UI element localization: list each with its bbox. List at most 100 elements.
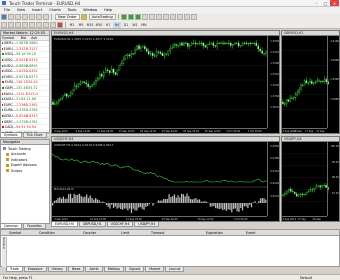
chart-tab-gbpusd[interactable]: GBPUSD,H1 <box>78 222 106 227</box>
text-icon[interactable] <box>50 22 56 28</box>
templates-icon[interactable] <box>190 14 197 20</box>
tab-news[interactable]: News <box>67 267 85 272</box>
column-timeout[interactable]: Timeout <box>151 231 164 235</box>
maximize-button[interactable]: □ <box>321 0 330 6</box>
candle-body <box>245 42 248 44</box>
timeframe-h4[interactable]: H4 <box>113 22 121 28</box>
tab-trade[interactable]: Trade <box>6 267 23 272</box>
tab-market[interactable]: Market <box>145 267 165 272</box>
tab-tick-chart[interactable]: Tick Chart <box>22 133 47 138</box>
cursor-icon[interactable] <box>1 22 7 28</box>
candle-body <box>259 48 261 52</box>
timeframe-m5[interactable]: M5 <box>77 22 85 28</box>
line-chart-icon[interactable] <box>134 14 141 20</box>
menu-insert[interactable]: Insert <box>32 8 42 12</box>
chart-window-eurusd-h4[interactable]: EURUSD,H4 EURUSD,H4 1.3097 1.3131 1.3077… <box>51 30 280 134</box>
candle-body <box>319 185 321 188</box>
column-condition[interactable]: Condition <box>39 231 55 235</box>
column-event[interactable]: Event <box>246 231 255 235</box>
candle-body <box>75 85 78 87</box>
chart-tab-usdjpy[interactable]: USDJPY,H4 <box>134 222 160 227</box>
autotrading-button[interactable]: AutoTrading <box>88 14 116 20</box>
new-order-button[interactable]: New Order <box>55 14 80 20</box>
menu-help[interactable]: Help <box>104 8 112 12</box>
vertical-line-icon[interactable] <box>15 22 21 28</box>
column-ask[interactable]: Ask <box>26 36 37 40</box>
trendline-icon[interactable] <box>29 22 35 28</box>
terminal-icon[interactable] <box>36 14 42 20</box>
timeframe-d1[interactable]: D1 <box>122 22 130 28</box>
autoscroll-icon[interactable] <box>162 14 169 20</box>
timeframe-m15[interactable]: M15 <box>86 22 94 28</box>
symbol-cell: EURJ... <box>1 80 16 84</box>
menu-file[interactable]: File <box>4 8 10 12</box>
chart-tab-eurusd[interactable]: EURUSD,H4 <box>51 222 78 227</box>
time-tick-label: 7 Oct 04:00 <box>233 218 248 221</box>
tile-windows-icon[interactable] <box>155 14 162 20</box>
timeframe-m30[interactable]: M30 <box>95 22 103 28</box>
candle-body <box>241 42 244 46</box>
histogram-bar <box>75 195 77 203</box>
timeframe-h1[interactable]: H1 <box>104 22 112 28</box>
navigator-icon[interactable] <box>29 14 35 20</box>
bar-chart-icon[interactable] <box>120 14 127 20</box>
terminal-header: Symbol Condition Counter Limit Timeout E… <box>1 230 339 236</box>
column-counter[interactable]: Counter <box>83 231 96 235</box>
close-button[interactable]: ✕ <box>330 0 339 6</box>
chart-window-usdjpy-h4[interactable]: USDJPY,H4 100.50 99.50 98.50 97.50 4 Sep 20… <box>281 136 340 222</box>
time-tick-label: 4 Sep 2013 <box>282 218 297 221</box>
tab-signals[interactable]: Signals <box>124 267 145 272</box>
timeframe-m1[interactable]: M1 <box>68 22 76 28</box>
chart-window-usdchf-h4[interactable]: USDCHF,H4 USDCHF,H4 0.9414 0.9419 0.9408… <box>51 136 280 222</box>
time-tick-label: 24 Sep <box>316 130 325 133</box>
menu-view[interactable]: View <box>17 8 25 12</box>
tab-mailbox[interactable]: Mailbox <box>103 267 124 272</box>
metaeditor-icon[interactable] <box>80 14 87 20</box>
zoom-in-icon[interactable] <box>141 14 148 20</box>
arrow-icon[interactable] <box>57 22 63 28</box>
tester-icon[interactable] <box>43 14 49 20</box>
histogram-bar <box>234 203 237 209</box>
candle-body <box>239 45 242 47</box>
tab-exposure[interactable]: Exposure <box>23 267 47 272</box>
column-expiration[interactable]: Expiration <box>206 231 223 235</box>
column-bid[interactable]: Bid <box>16 36 26 40</box>
menu-tools[interactable]: Tools <box>68 8 77 12</box>
chart-window-gbpusd-h1[interactable]: GBPUSD,H1 1.6180 1.6080 1.5980 1.5880 4 Sep… <box>281 30 340 134</box>
profiles-icon[interactable] <box>8 14 14 20</box>
histogram-bar <box>59 197 61 203</box>
column-symbol[interactable]: Symbol <box>9 231 21 235</box>
candle-body <box>155 51 158 57</box>
horizontal-line-icon[interactable] <box>22 22 28 28</box>
zoom-out-icon[interactable] <box>148 14 155 20</box>
fibonacci-icon[interactable] <box>43 22 49 28</box>
tab-symbols[interactable]: Symbols <box>0 133 22 138</box>
column-symbol[interactable]: Symbol <box>1 36 16 40</box>
menu-window[interactable]: Window <box>83 8 97 12</box>
minimize-button[interactable]: – <box>312 0 321 6</box>
tab-history[interactable]: History <box>47 267 67 272</box>
nav-scripts[interactable]: Scripts <box>3 168 47 174</box>
menu-charts[interactable]: Charts <box>49 8 60 12</box>
indicators-icon[interactable] <box>176 14 183 20</box>
histogram-bar <box>206 201 208 203</box>
bid-cell: 1.3125 <box>16 46 28 51</box>
chart-shift-icon[interactable] <box>169 14 176 20</box>
channel-icon[interactable] <box>36 22 42 28</box>
data-window-icon[interactable] <box>22 14 28 20</box>
tab-alerts[interactable]: Alerts <box>85 267 103 272</box>
crosshair-icon[interactable] <box>8 22 14 28</box>
candlestick-icon[interactable] <box>127 14 134 20</box>
candle-body <box>311 189 314 191</box>
histogram-bar <box>215 203 217 209</box>
column-limit[interactable]: Limit <box>121 231 129 235</box>
tab-journal[interactable]: Journal <box>165 267 185 272</box>
market-watch-icon[interactable] <box>15 14 21 20</box>
new-chart-icon[interactable] <box>1 14 7 20</box>
candle-body <box>226 42 228 44</box>
timeframe-mn[interactable]: MN <box>140 22 148 28</box>
chart-tab-usdchf[interactable]: USDCHF,H4 <box>106 222 134 227</box>
status-profile[interactable]: Default <box>300 276 312 280</box>
timeframe-w1[interactable]: W1 <box>131 22 139 28</box>
periods-icon[interactable] <box>183 14 190 20</box>
